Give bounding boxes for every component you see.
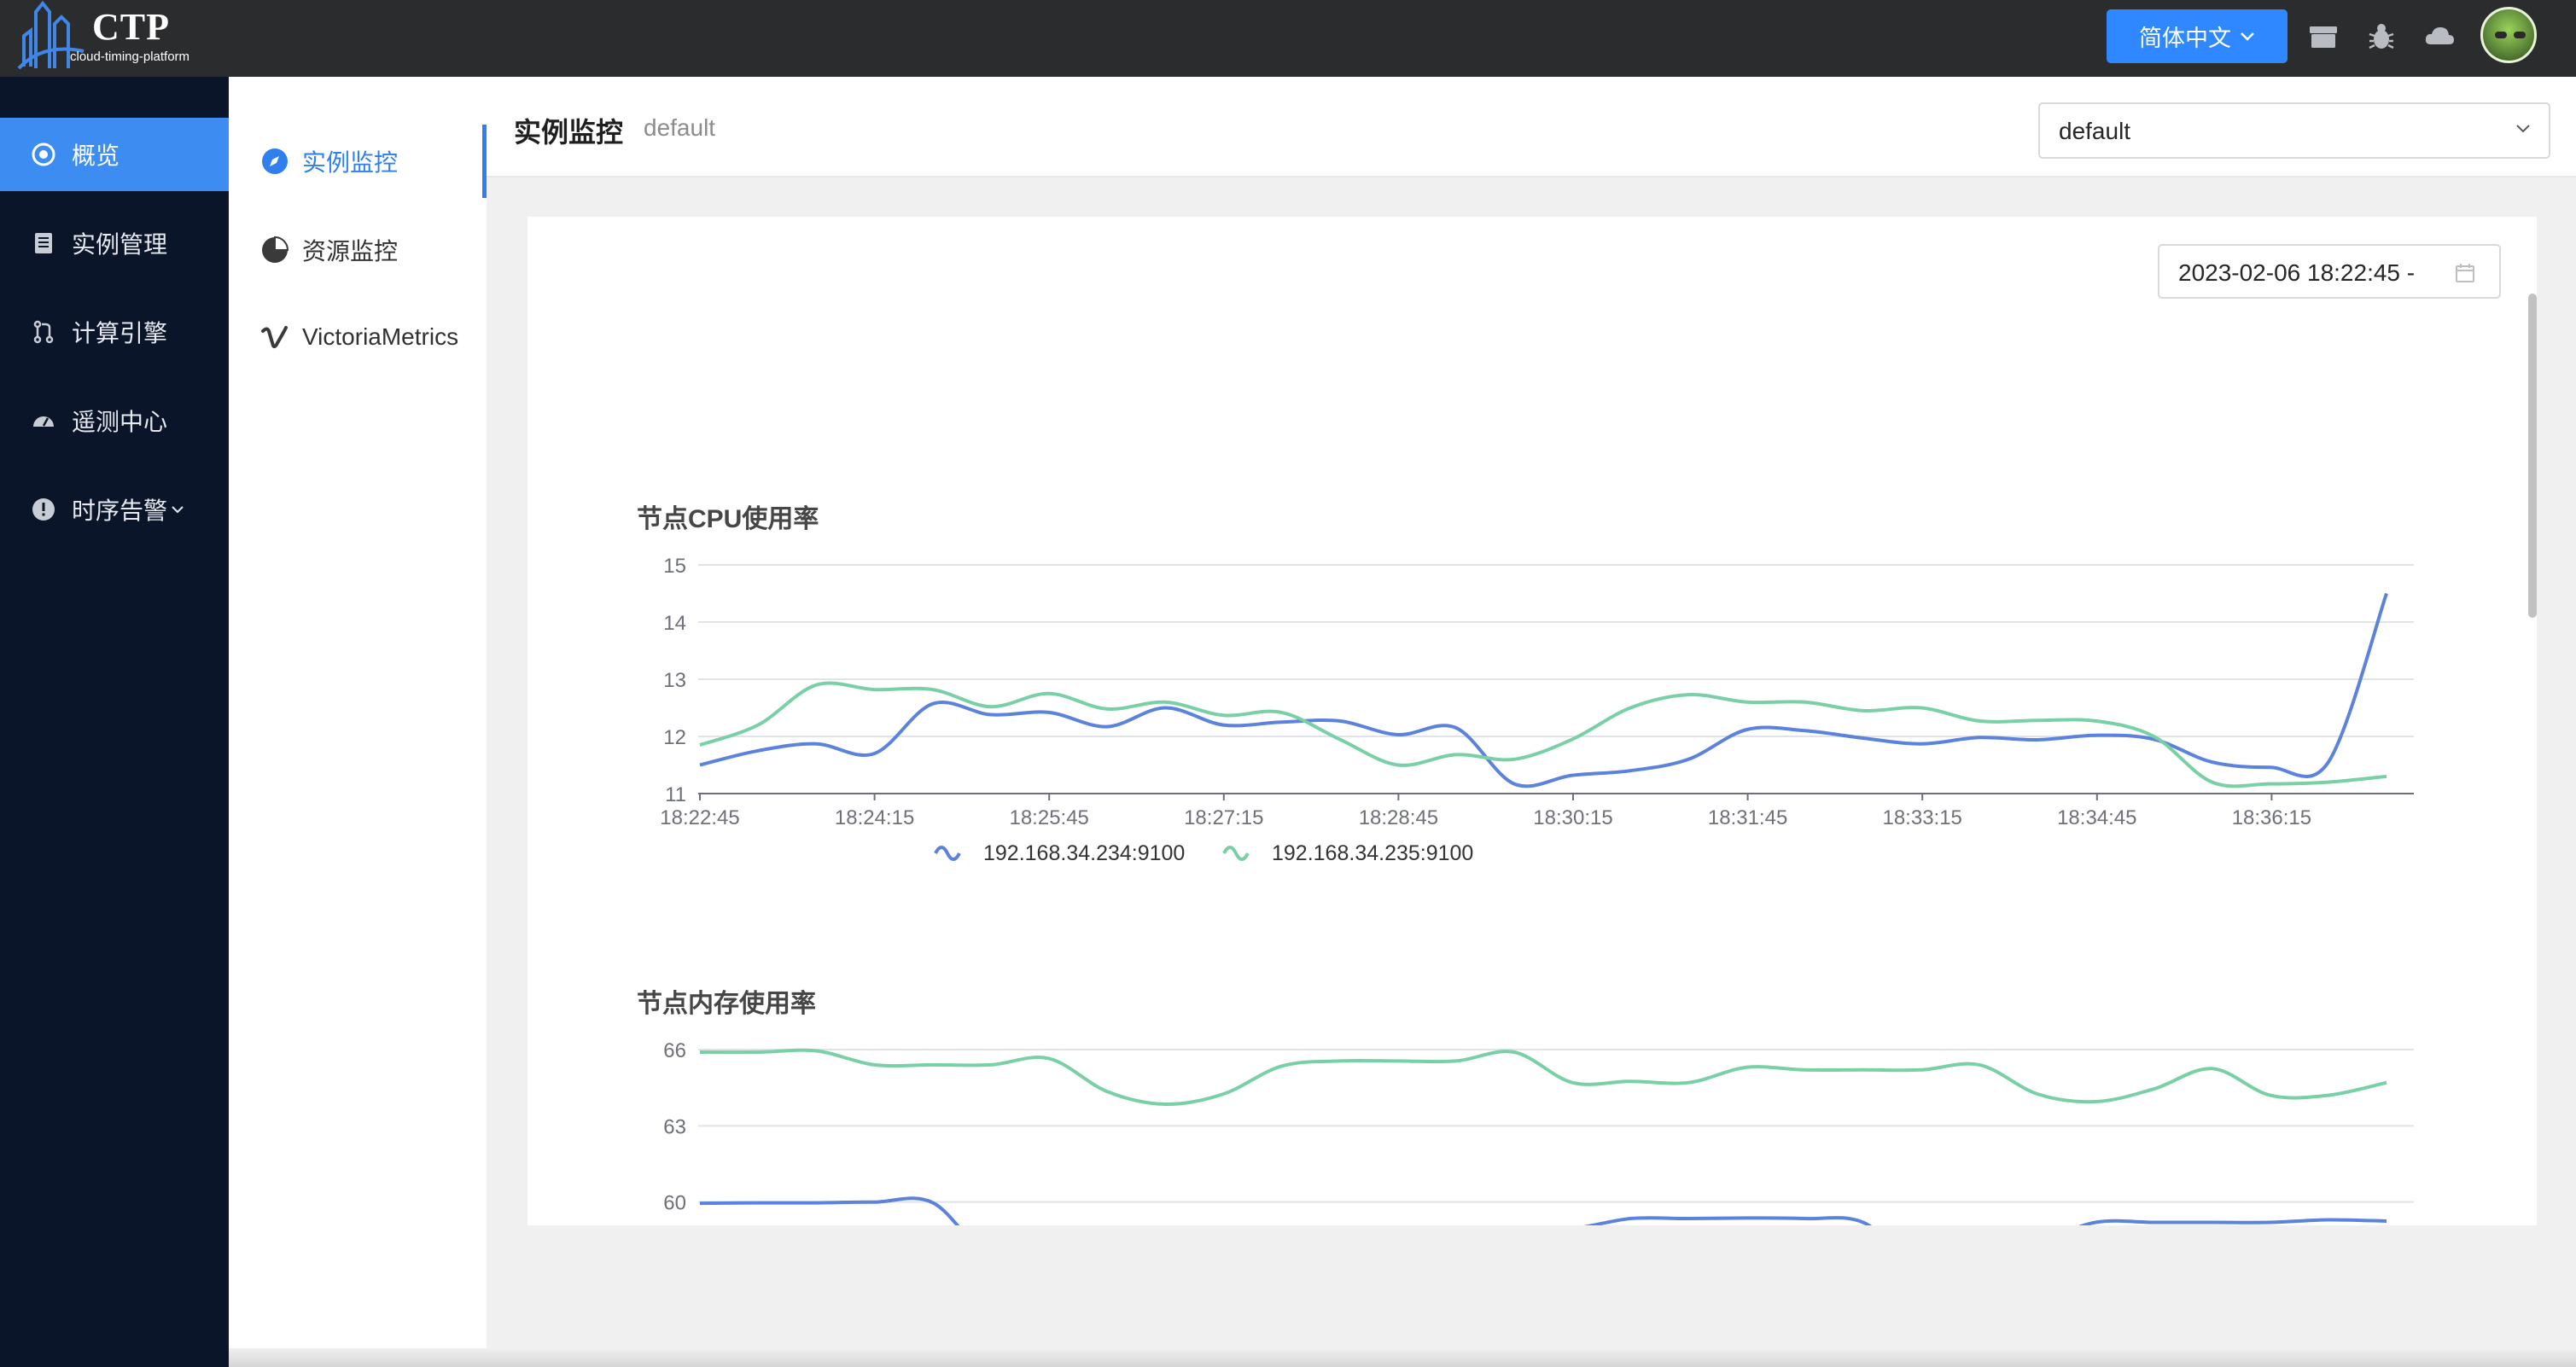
y-tick-label: 14: [663, 612, 686, 635]
subnav-item-label: 实例监控: [302, 149, 399, 176]
page-title: 实例监控: [514, 117, 624, 148]
document-list-icon: [29, 229, 58, 258]
memory-usage-chart: 5760636618:22:4518:24:1518:25:4518:27:15…: [663, 1039, 2414, 1225]
subnav-item-victoriametrics[interactable]: VictoriaMetrics: [229, 300, 487, 374]
pie-chart-icon: [259, 235, 290, 265]
subnav-item-label: VictoriaMetrics: [302, 323, 459, 350]
logo-title: CTP: [92, 6, 170, 48]
x-tick-label: 18:27:15: [1184, 806, 1263, 829]
sub-navigation: 实例监控 资源监控 VictoriaMetrics: [229, 77, 487, 1367]
x-tick-label: 18:25:45: [1009, 806, 1088, 829]
chevron-down-icon: [2516, 125, 2530, 133]
x-tick-label: 18:28:45: [1359, 806, 1438, 829]
bottom-edge: [229, 1348, 2576, 1367]
x-tick-label: 18:33:15: [1882, 806, 1961, 829]
box-icon[interactable]: [2306, 19, 2340, 53]
namespace-select[interactable]: default: [2038, 102, 2550, 159]
sidebar-item-label: 遥测中心: [72, 409, 168, 435]
scrollbar-thumb[interactable]: [2528, 294, 2537, 618]
dashboard-icon: [29, 140, 58, 169]
y-tick-label: 11: [665, 783, 686, 806]
y-tick-label: 60: [663, 1192, 686, 1215]
y-tick-label: 13: [663, 669, 686, 692]
namespace-select-value: default: [2059, 118, 2131, 144]
cpu-chart-title: 节点CPU使用率: [637, 505, 819, 533]
legend-symbol: [1222, 846, 1250, 861]
compass-icon: [259, 146, 290, 177]
sidebar-item-label: 概览: [72, 143, 120, 169]
y-tick-label: 66: [663, 1039, 686, 1062]
y-tick-label: 63: [663, 1115, 686, 1138]
chevron-down-icon: [172, 506, 184, 514]
main-content: 实例监控 default default 2023-02-06 18:22:45…: [487, 77, 2576, 1367]
vimeo-icon: [259, 322, 290, 352]
x-tick-label: 18:34:45: [2057, 806, 2136, 829]
x-tick-label: 18:30:15: [1533, 806, 1612, 829]
alert-circle-icon: [29, 495, 58, 524]
y-tick-label: 15: [663, 555, 686, 578]
memory-chart-title: 节点内存使用率: [637, 990, 816, 1018]
branch-icon: [29, 317, 58, 346]
chart-legend: 192.168.34.234:9100 192.168.34.235:9100: [934, 841, 1473, 865]
y-tick-label: 12: [663, 726, 686, 749]
charts-canvas: 节点CPU使用率 节点内存使用率 11 12 13 14 15 18:22:45 18:24…: [637, 505, 2414, 1225]
page-header: 实例监控 default default: [487, 77, 2576, 177]
sidebar-item-label: 时序告警: [72, 497, 168, 524]
sidebar-item-telemetry-center[interactable]: 遥测中心: [0, 384, 229, 457]
series-line-green: [699, 1048, 2387, 1107]
subnav-item-instance-monitoring[interactable]: 实例监控: [229, 125, 487, 198]
x-tick-label: 18:22:45: [660, 806, 739, 829]
x-tick-label: 18:36:15: [2232, 806, 2311, 829]
avatar[interactable]: [2480, 7, 2537, 63]
sidebar-item-overview[interactable]: 概览: [0, 118, 229, 191]
chevron-down-icon: [2241, 32, 2254, 41]
cpu-usage-chart: 11 12 13 14 15 18:22:45 18:24:15 18:25:45 18:27:…: [660, 555, 2414, 829]
speedometer-icon: [29, 406, 58, 435]
legend-label: 192.168.34.234:9100: [983, 841, 1185, 865]
x-tick-label: 18:31:45: [1708, 806, 1787, 829]
cloud-icon[interactable]: [2422, 19, 2457, 53]
legend-symbol: [934, 846, 961, 861]
sidebar-item-instance-management[interactable]: 实例管理: [0, 207, 229, 280]
sidebar-item-label: 计算引擎: [72, 320, 168, 346]
language-button[interactable]: 简体中文: [2107, 9, 2288, 63]
sidebar-item-label: 实例管理: [72, 231, 168, 258]
ctp-logo[interactable]: CTP cloud-timing-platform: [17, 0, 205, 73]
subnav-item-resource-monitoring[interactable]: 资源监控: [229, 213, 487, 287]
page-subtitle: default: [644, 114, 716, 141]
monitor-card: 2023-02-06 18:22:45 - 节点CPU使用率 节点内存使用率 1…: [527, 217, 2537, 1225]
x-tick-label: 18:24:15: [835, 806, 914, 829]
sidebar: 概览 实例管理 计算引擎 遥测中心 时序告警: [0, 77, 229, 1367]
logo-subtitle: cloud-timing-platform: [70, 49, 190, 64]
language-button-label: 简体中文: [2139, 26, 2231, 51]
bug-icon[interactable]: [2364, 19, 2398, 53]
sidebar-item-compute-engine[interactable]: 计算引擎: [0, 295, 229, 369]
subnav-item-label: 资源监控: [302, 238, 399, 265]
top-bar: CTP cloud-timing-platform 简体中文: [0, 0, 2576, 77]
legend-label: 192.168.34.235:9100: [1272, 841, 1473, 865]
sidebar-item-timeseries-alerts[interactable]: 时序告警: [0, 473, 229, 546]
